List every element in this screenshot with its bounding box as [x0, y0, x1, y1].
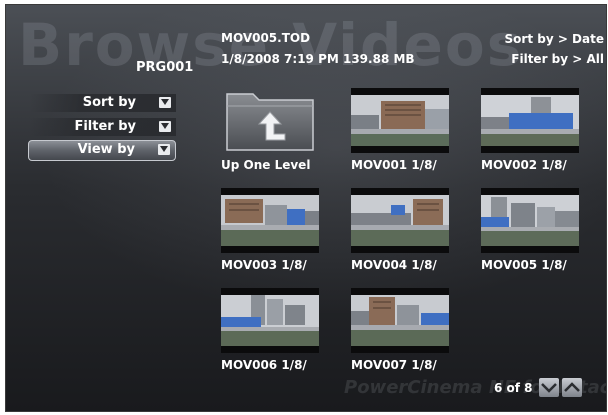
selected-file-meta: 1/8/2008 7:19 PM 139.88 MB: [221, 52, 415, 66]
page-up-button[interactable]: [562, 378, 582, 397]
chevron-up-icon: [564, 382, 580, 392]
video-thumbnail: [481, 88, 579, 153]
chevron-down-icon: [158, 144, 170, 155]
video-thumbnail: [221, 188, 319, 253]
view-by-label: View by: [77, 142, 135, 157]
sort-status: Sort by > Date: [504, 32, 604, 46]
page-indicator: 6 of 8: [494, 381, 533, 395]
browse-videos-watermark: Browse Videos: [18, 11, 524, 79]
folder-up-icon: [226, 93, 314, 151]
video-thumbnail: [351, 188, 449, 253]
chevron-down-icon: [159, 97, 171, 108]
tile-label: MOV007 1/8/: [351, 358, 437, 372]
filter-by-button[interactable]: Filter by: [30, 118, 176, 136]
tile-label: Up One Level: [221, 158, 311, 172]
video-thumbnail: [351, 88, 449, 153]
browse-videos-screen: Browse Videos PowerCinema NE for Hitachi…: [5, 4, 607, 412]
tile-label: MOV006 1/8/: [221, 358, 307, 372]
view-by-button[interactable]: View by: [28, 140, 176, 161]
sort-by-button[interactable]: Sort by: [30, 94, 176, 112]
filter-status: Filter by > All: [511, 52, 604, 66]
tile-label: MOV004 1/8/: [351, 258, 437, 272]
chevron-down-icon: [159, 121, 171, 132]
sort-by-label: Sort by: [82, 95, 136, 110]
tile-label: MOV003 1/8/: [221, 258, 307, 272]
chevron-down-icon: [541, 383, 557, 393]
page-down-button[interactable]: [539, 378, 559, 397]
tile-label: MOV005 1/8/: [481, 258, 567, 272]
tile-label: MOV002 1/8/: [481, 158, 567, 172]
filter-by-label: Filter by: [74, 119, 136, 134]
folder-name: PRG001: [136, 60, 194, 75]
video-thumbnail: [221, 288, 319, 353]
video-thumbnail: [481, 188, 579, 253]
selected-file-name: MOV005.TOD: [221, 31, 311, 45]
video-thumbnail: [351, 288, 449, 353]
tile-label: MOV001 1/8/: [351, 158, 437, 172]
